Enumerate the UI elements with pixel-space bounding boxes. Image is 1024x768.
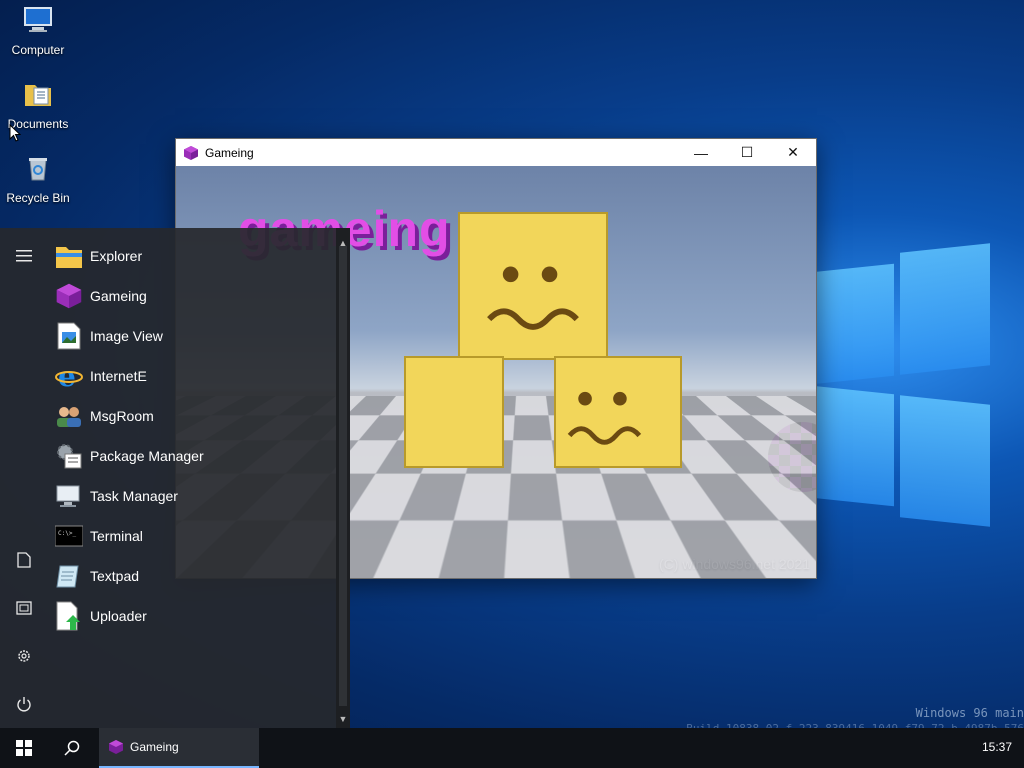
search-button[interactable] bbox=[48, 728, 96, 768]
pictures-icon bbox=[16, 601, 32, 615]
power-button[interactable] bbox=[0, 684, 48, 724]
watermark-title: Windows 96 main bbox=[915, 706, 1024, 720]
computer-icon bbox=[24, 7, 52, 32]
desktop-icon-recycle-bin[interactable]: Recycle Bin bbox=[0, 152, 76, 205]
app-item-task-manager[interactable]: Task Manager bbox=[48, 476, 334, 516]
maximize-button[interactable]: ☐ bbox=[724, 139, 770, 166]
app-label: InternetE bbox=[90, 368, 147, 384]
app-label: Package Manager bbox=[90, 448, 204, 464]
app-label: Explorer bbox=[90, 248, 143, 264]
hamburger-icon bbox=[16, 250, 32, 262]
pictures-button[interactable] bbox=[0, 588, 48, 628]
app-label: Gameing bbox=[90, 288, 147, 304]
app-label: Textpad bbox=[90, 568, 140, 584]
window-title: Gameing bbox=[205, 145, 254, 160]
desktop-icon-label: Recycle Bin bbox=[6, 191, 70, 205]
start-menu[interactable]: Explorer Gameing Image View e InternetE … bbox=[0, 228, 350, 728]
windows-logo-icon bbox=[16, 740, 32, 756]
scroll-down-arrow-icon[interactable]: ▼ bbox=[336, 712, 350, 726]
uploader-icon bbox=[56, 601, 80, 631]
app-item-internete[interactable]: e InternetE bbox=[48, 356, 334, 396]
settings-button[interactable] bbox=[0, 636, 48, 676]
scrollbar-thumb[interactable] bbox=[339, 246, 347, 706]
package-manager-icon bbox=[57, 444, 82, 469]
desktop-icon-computer[interactable]: Computer bbox=[0, 4, 76, 57]
app-item-explorer[interactable]: Explorer bbox=[48, 236, 334, 276]
minimize-button[interactable]: — bbox=[678, 139, 724, 166]
task-manager-icon bbox=[56, 485, 80, 507]
taskbar: Gameing 15:37 bbox=[0, 728, 1024, 768]
app-label: Terminal bbox=[90, 528, 143, 544]
app-label: MsgRoom bbox=[90, 408, 154, 424]
svg-text:e: e bbox=[58, 362, 76, 390]
start-button[interactable] bbox=[0, 728, 48, 768]
start-menu-rail bbox=[0, 228, 48, 728]
app-label: Task Manager bbox=[90, 488, 178, 504]
search-icon bbox=[64, 740, 80, 756]
gameing-cube-icon bbox=[184, 145, 198, 160]
textpad-icon bbox=[56, 565, 79, 588]
app-item-image-view[interactable]: Image View bbox=[48, 316, 334, 356]
recycle-bin-icon bbox=[29, 158, 47, 181]
app-item-uploader[interactable]: Uploader bbox=[48, 596, 334, 636]
smiley-crate-right bbox=[554, 356, 682, 468]
game-copyright: (C) windows96.net 2021 bbox=[659, 556, 810, 572]
power-icon bbox=[17, 697, 31, 712]
app-label: Image View bbox=[90, 328, 163, 344]
smiley-crate-left bbox=[404, 356, 504, 468]
checkered-ball bbox=[768, 422, 816, 492]
desktop-wallpaper-logo bbox=[812, 240, 992, 530]
settings-icon bbox=[18, 650, 30, 662]
explorer-folder-icon bbox=[56, 247, 82, 268]
gameing-cube-icon bbox=[109, 740, 123, 754]
mouse-cursor-icon bbox=[9, 124, 21, 142]
window-titlebar[interactable]: Gameing — ☐ ✕ bbox=[176, 139, 816, 166]
hamburger-menu-button[interactable] bbox=[0, 236, 48, 276]
taskbar-task-label: Gameing bbox=[130, 740, 179, 754]
folder-documents-icon bbox=[25, 85, 51, 106]
app-label: Uploader bbox=[90, 608, 147, 624]
smiley-crate-top bbox=[458, 212, 608, 360]
app-item-terminal[interactable]: C:\>_ Terminal bbox=[48, 516, 334, 556]
documents-button[interactable] bbox=[0, 540, 48, 580]
svg-text:C:\>_: C:\>_ bbox=[58, 530, 76, 537]
app-item-msgroom[interactable]: MsgRoom bbox=[48, 396, 334, 436]
start-app-list: Explorer Gameing Image View e InternetE … bbox=[48, 236, 334, 636]
taskbar-clock[interactable]: 15:37 bbox=[982, 740, 1012, 754]
close-button[interactable]: ✕ bbox=[770, 139, 816, 166]
taskbar-task-gameing[interactable]: Gameing bbox=[99, 728, 259, 768]
msgroom-users-icon bbox=[57, 407, 81, 427]
app-item-gameing[interactable]: Gameing bbox=[48, 276, 334, 316]
desktop-icon-label: Computer bbox=[11, 43, 65, 57]
terminal-icon: C:\>_ bbox=[55, 525, 83, 547]
image-view-icon bbox=[57, 322, 81, 350]
gameing-cube-icon bbox=[56, 283, 82, 309]
app-item-package-manager[interactable]: Package Manager bbox=[48, 436, 334, 476]
internet-explorer-icon: e bbox=[55, 362, 83, 390]
start-menu-scrollbar[interactable]: ▲ ▼ bbox=[336, 228, 350, 728]
document-icon bbox=[17, 552, 31, 568]
app-item-textpad[interactable]: Textpad bbox=[48, 556, 334, 596]
